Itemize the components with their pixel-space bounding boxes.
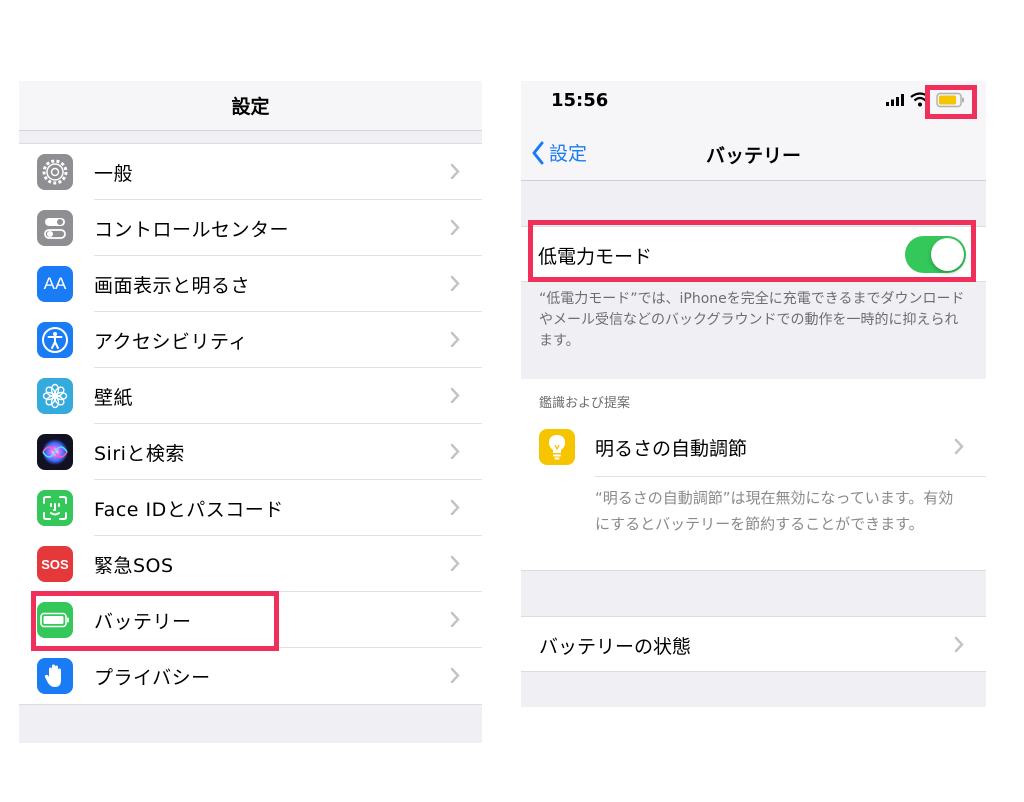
chevron-right-icon (450, 443, 460, 460)
settings-item-label: プライバシー (94, 666, 211, 689)
battery-screen: 15:56 設定 バッテリー 低電力モード “低電力モード”では、iPhoneを… (521, 81, 986, 707)
lightbulb-icon (539, 429, 575, 465)
settings-item-accessibility[interactable]: アクセシビリティ (19, 312, 482, 368)
settings-item-wallpaper[interactable]: 壁紙 (19, 368, 482, 424)
settings-item-label: Siriと検索 (94, 442, 185, 465)
highlight-status-battery (925, 85, 977, 119)
wallpaper-flower-icon (37, 378, 73, 414)
settings-header: 設定 (19, 81, 482, 131)
battery-health-label: バッテリーの状態 (539, 636, 692, 658)
highlight-battery-item (31, 591, 279, 651)
settings-item-siri-search[interactable]: Siriと検索 (19, 424, 482, 480)
settings-item-label: 画面表示と明るさ (94, 274, 251, 297)
chevron-right-icon (450, 219, 460, 236)
accessibility-icon (37, 322, 73, 358)
chevron-right-icon (450, 667, 460, 684)
status-bar: 15:56 (521, 81, 986, 123)
settings-item-face-id-passcode[interactable]: Face IDとパスコード (19, 480, 482, 536)
settings-item-label: 緊急SOS (94, 554, 174, 577)
settings-item-emergency-sos[interactable]: SOS 緊急SOS (19, 536, 482, 592)
auto-brightness-description: “明るさの自動調節”は現在無効になっています。有効にするとバッテリーを節約するこ… (595, 489, 954, 533)
auto-brightness-row[interactable]: 明るさの自動調節 (521, 421, 986, 477)
low-power-mode-description: “低電力モード”では、iPhoneを完全に充電できるまでダウンロードやメール受信… (539, 291, 965, 349)
settings-item-label: アクセシビリティ (94, 330, 248, 353)
chevron-right-icon (450, 163, 460, 180)
cellular-signal-icon (886, 94, 904, 106)
face-id-icon (37, 490, 73, 526)
display-aa-icon: AA (37, 266, 73, 302)
sos-icon: SOS (37, 546, 73, 582)
page-title: バッテリー (705, 145, 801, 167)
chevron-right-icon (954, 636, 964, 653)
status-time: 15:56 (551, 90, 609, 111)
gear-icon (37, 154, 73, 190)
auto-brightness-description-row: “明るさの自動調節”は現在無効になっています。有効にするとバッテリーを節約するこ… (521, 477, 986, 571)
settings-title: 設定 (231, 96, 270, 118)
settings-item-label: 一般 (94, 162, 134, 185)
chevron-right-icon (954, 438, 964, 455)
settings-item-general[interactable]: 一般 (19, 144, 482, 200)
hand-icon (37, 658, 73, 694)
auto-brightness-label: 明るさの自動調節 (595, 438, 748, 460)
settings-item-label: Face IDとパスコード (94, 498, 284, 521)
siri-icon (37, 434, 73, 470)
settings-item-display-brightness[interactable]: AA 画面表示と明るさ (19, 256, 482, 312)
control-center-icon (37, 210, 73, 246)
settings-item-privacy[interactable]: プライバシー (19, 648, 482, 704)
settings-item-control-center[interactable]: コントロールセンター (19, 200, 482, 256)
chevron-right-icon (450, 275, 460, 292)
settings-item-label: 壁紙 (94, 386, 134, 409)
battery-health-row[interactable]: バッテリーの状態 (521, 616, 986, 672)
insights-header-label: 鑑識および提案 (539, 396, 631, 411)
settings-item-label: コントロールセンター (94, 218, 290, 241)
chevron-right-icon (450, 555, 460, 572)
highlight-low-power-mode (528, 220, 976, 282)
chevron-right-icon (450, 331, 460, 348)
navigation-bar: 設定 バッテリー (521, 123, 986, 181)
insights-section-header: 鑑識および提案 (521, 379, 986, 421)
chevron-right-icon (450, 387, 460, 404)
chevron-right-icon (450, 611, 460, 628)
chevron-right-icon (450, 499, 460, 516)
